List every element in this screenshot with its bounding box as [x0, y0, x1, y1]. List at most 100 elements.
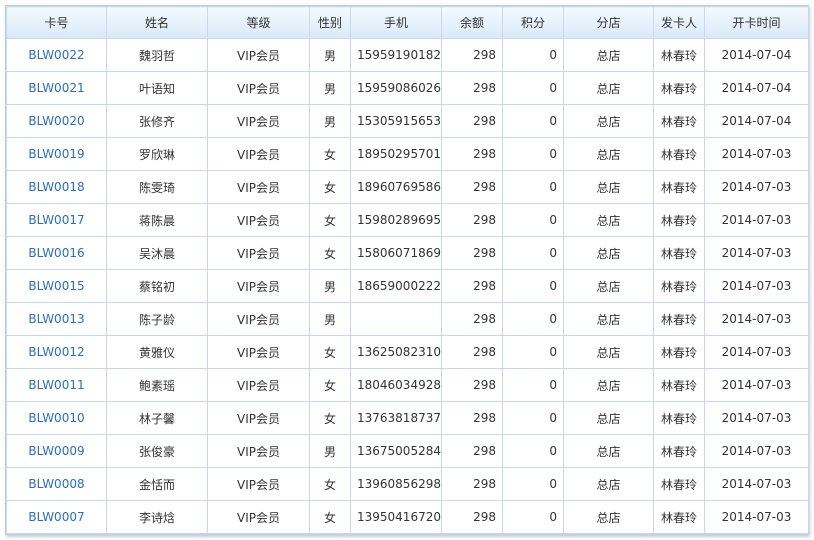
- balance-cell: 298: [441, 401, 503, 435]
- card-number-link[interactable]: BLW0010: [28, 411, 84, 425]
- branch-cell: 总店: [563, 38, 654, 72]
- card-number-link[interactable]: BLW0017: [28, 213, 84, 227]
- card-number-link[interactable]: BLW0015: [28, 279, 84, 293]
- card-number-link[interactable]: BLW0008: [28, 477, 84, 491]
- gender-cell: 男: [309, 434, 351, 468]
- card-number-link[interactable]: BLW0022: [28, 48, 84, 62]
- card-number-cell: BLW0007: [6, 500, 107, 534]
- table-row[interactable]: BLW0018 陈雯琦 VIP会员女 18960769586 298 0 总店 林春玲 2014…: [6, 170, 809, 204]
- gender-cell: 女: [309, 467, 351, 501]
- card-number-cell: BLW0011: [6, 368, 107, 402]
- card-number-link[interactable]: BLW0012: [28, 345, 84, 359]
- column-header-points[interactable]: 积分: [502, 6, 564, 39]
- column-header-issuer[interactable]: 发卡人: [653, 6, 705, 39]
- issuer-cell: 林春玲: [653, 71, 705, 105]
- phone-cell: [350, 302, 442, 336]
- card-number-cell: BLW0013: [6, 302, 107, 336]
- member-level-cell: VIP会员: [207, 236, 310, 270]
- card-number-link[interactable]: BLW0016: [28, 246, 84, 260]
- points-cell: 0: [502, 467, 564, 501]
- table-row[interactable]: BLW0015 蔡铭初 VIP会员男 18659000222 298 0 总店 林春玲 2014…: [6, 269, 809, 303]
- table-header-row: 卡号 姓名 等级 性别 手机 余额 积分 分店 发卡人 开卡时间: [6, 6, 809, 39]
- issuer-cell: 林春玲: [653, 467, 705, 501]
- member-name-cell: 蔡铭初: [106, 269, 208, 303]
- member-name-cell: 蒋陈晨: [106, 203, 208, 237]
- issuer-cell: 林春玲: [653, 269, 705, 303]
- table-row[interactable]: BLW0010 林子馨 VIP会员女 13763818737 298 0 总店 林春玲 2014…: [6, 401, 809, 435]
- branch-cell: 总店: [563, 434, 654, 468]
- card-number-link[interactable]: BLW0009: [28, 444, 84, 458]
- member-level-cell: VIP会员: [207, 434, 310, 468]
- table-row[interactable]: BLW0017 蒋陈晨 VIP会员女 15980289695 298 0 总店 林春玲 2014…: [6, 203, 809, 237]
- points-cell: 0: [502, 269, 564, 303]
- gender-cell: 女: [309, 170, 351, 204]
- card-number-link[interactable]: BLW0013: [28, 312, 84, 326]
- balance-cell: 298: [441, 203, 503, 237]
- balance-cell: 298: [441, 434, 503, 468]
- table-row[interactable]: BLW0013 陈子龄 VIP会员男 298 0 总店 林春玲 2014-07-03: [6, 302, 809, 336]
- gender-cell: 男: [309, 302, 351, 336]
- member-name-cell: 林子馨: [106, 401, 208, 435]
- phone-cell: 18659000222: [350, 269, 442, 303]
- phone-cell: 15305915653: [350, 104, 442, 138]
- points-cell: 0: [502, 302, 564, 336]
- issuer-cell: 林春玲: [653, 38, 705, 72]
- member-name-cell: 金恬而: [106, 467, 208, 501]
- card-number-link[interactable]: BLW0019: [28, 147, 84, 161]
- member-name-cell: 鲍素瑶: [106, 368, 208, 402]
- branch-cell: 总店: [563, 104, 654, 138]
- table-row[interactable]: BLW0011 鲍素瑶 VIP会员女 18046034928 298 0 总店 林春玲 2014…: [6, 368, 809, 402]
- balance-cell: 298: [441, 236, 503, 270]
- table-row[interactable]: BLW0007 李诗焓 VIP会员女 13950416720 298 0 总店 林春玲 2014…: [6, 500, 809, 534]
- card-number-link[interactable]: BLW0007: [28, 510, 84, 524]
- column-header-branch[interactable]: 分店: [563, 6, 654, 39]
- phone-cell: 15980289695: [350, 203, 442, 237]
- table-row[interactable]: BLW0022 魏羽哲 VIP会员男 15959190182 298 0 总店 林春玲 2014…: [6, 38, 809, 72]
- gender-cell: 女: [309, 236, 351, 270]
- issuer-cell: 林春玲: [653, 203, 705, 237]
- table-row[interactable]: BLW0009 张俊豪 VIP会员男 13675005284 298 0 总店 林春玲 2014…: [6, 434, 809, 468]
- open-date-cell: 2014-07-03: [704, 170, 809, 204]
- balance-cell: 298: [441, 335, 503, 369]
- member-name-cell: 陈子龄: [106, 302, 208, 336]
- table-row[interactable]: BLW0019 罗欣琳 VIP会员女 18950295701 298 0 总店 林春玲 2014…: [6, 137, 809, 171]
- card-number-cell: BLW0009: [6, 434, 107, 468]
- table-row[interactable]: BLW0016 吴沐晨 VIP会员女 15806071869 298 0 总店 林春玲 2014…: [6, 236, 809, 270]
- balance-cell: 298: [441, 38, 503, 72]
- card-number-cell: BLW0010: [6, 401, 107, 435]
- member-name-cell: 吴沐晨: [106, 236, 208, 270]
- card-number-cell: BLW0021: [6, 71, 107, 105]
- table-row[interactable]: BLW0021 叶语知 VIP会员男 15959086026 298 0 总店 林春玲 2014…: [6, 71, 809, 105]
- issuer-cell: 林春玲: [653, 368, 705, 402]
- column-header-level[interactable]: 等级: [207, 6, 310, 39]
- phone-cell: 13763818737: [350, 401, 442, 435]
- member-level-cell: VIP会员: [207, 71, 310, 105]
- open-date-cell: 2014-07-03: [704, 203, 809, 237]
- table-row[interactable]: BLW0020 张修齐 VIP会员男 15305915653 298 0 总店 林春玲 2014…: [6, 104, 809, 138]
- card-number-link[interactable]: BLW0011: [28, 378, 84, 392]
- table-row[interactable]: BLW0008 金恬而 VIP会员女 13960856298 298 0 总店 林春玲 2014…: [6, 467, 809, 501]
- issuer-cell: 林春玲: [653, 500, 705, 534]
- column-header-card-no[interactable]: 卡号: [6, 6, 107, 39]
- column-header-phone[interactable]: 手机: [350, 6, 442, 39]
- points-cell: 0: [502, 434, 564, 468]
- phone-cell: 13960856298: [350, 467, 442, 501]
- gender-cell: 男: [309, 38, 351, 72]
- column-header-gender[interactable]: 性别: [309, 6, 351, 39]
- open-date-cell: 2014-07-03: [704, 137, 809, 171]
- card-number-link[interactable]: BLW0018: [28, 180, 84, 194]
- member-name-cell: 魏羽哲: [106, 38, 208, 72]
- card-number-link[interactable]: BLW0020: [28, 114, 84, 128]
- member-level-cell: VIP会员: [207, 401, 310, 435]
- column-header-name[interactable]: 姓名: [106, 6, 208, 39]
- branch-cell: 总店: [563, 203, 654, 237]
- member-name-cell: 黄雅仪: [106, 335, 208, 369]
- card-number-link[interactable]: BLW0021: [28, 81, 84, 95]
- member-name-cell: 陈雯琦: [106, 170, 208, 204]
- phone-cell: 15959190182: [350, 38, 442, 72]
- column-header-balance[interactable]: 余额: [441, 6, 503, 39]
- column-header-open-date[interactable]: 开卡时间: [704, 6, 809, 39]
- branch-cell: 总店: [563, 71, 654, 105]
- table-row[interactable]: BLW0012 黄雅仪 VIP会员女 13625082310 298 0 总店 林春玲 2014…: [6, 335, 809, 369]
- card-number-cell: BLW0019: [6, 137, 107, 171]
